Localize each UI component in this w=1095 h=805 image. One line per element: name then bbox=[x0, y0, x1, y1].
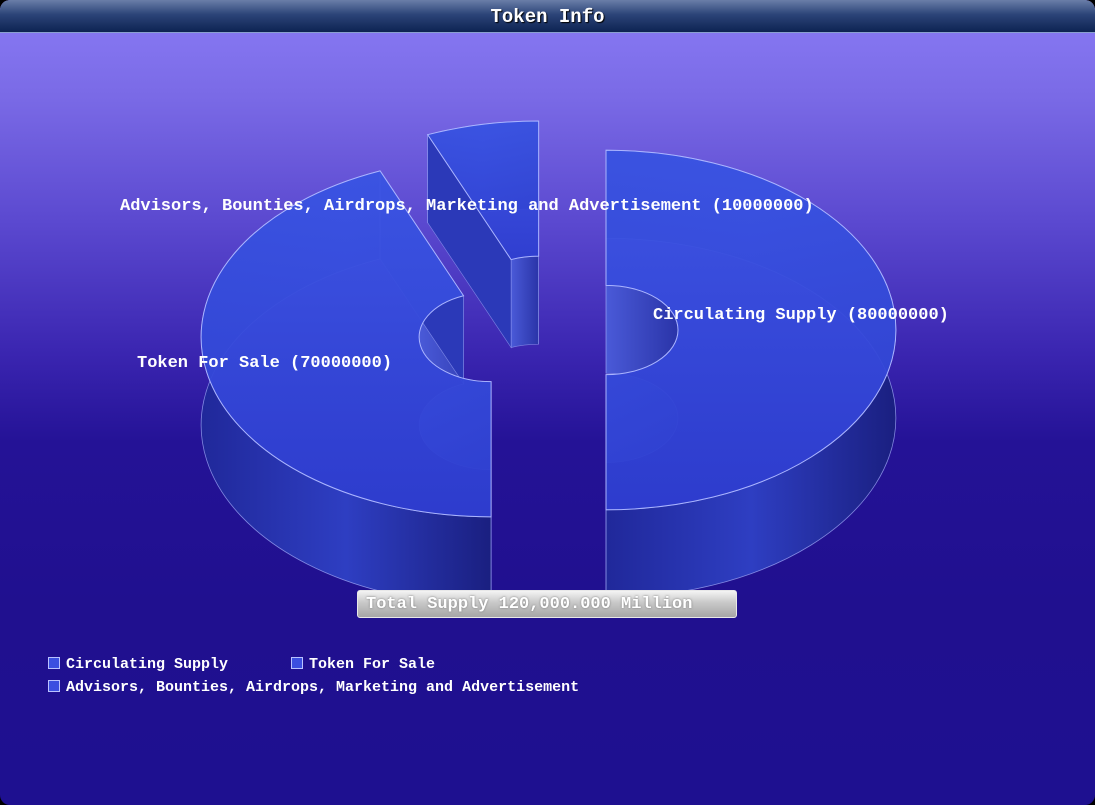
legend-label: Circulating Supply bbox=[66, 656, 229, 673]
legend-swatch-icon bbox=[48, 657, 60, 669]
legend-item-token-for-sale: Token For Sale bbox=[291, 656, 435, 674]
chart-window: Token Info Circulating Supply (80000000)… bbox=[0, 0, 1095, 805]
slice-circulating-supply bbox=[605, 149, 897, 599]
legend-label: Token For Sale bbox=[309, 656, 436, 673]
legend-swatch-icon bbox=[48, 680, 60, 692]
slice-inner-wall bbox=[510, 255, 539, 348]
total-supply-annotation: Total Supply 120,000.000 Million bbox=[357, 590, 737, 618]
legend-item-advisors-bounties: Advisors, Bounties, Airdrops, Marketing … bbox=[48, 679, 579, 697]
slice-label-advisors-bounties: Advisors, Bounties, Airdrops, Marketing … bbox=[120, 197, 814, 216]
slice-label-circulating-supply: Circulating Supply (80000000) bbox=[653, 306, 949, 325]
legend-swatch-icon bbox=[291, 657, 303, 669]
slice-label-token-for-sale: Token For Sale (70000000) bbox=[137, 354, 392, 373]
legend-item-circulating-supply: Circulating Supply bbox=[48, 656, 228, 674]
legend-label: Advisors, Bounties, Airdrops, Marketing … bbox=[66, 679, 580, 696]
